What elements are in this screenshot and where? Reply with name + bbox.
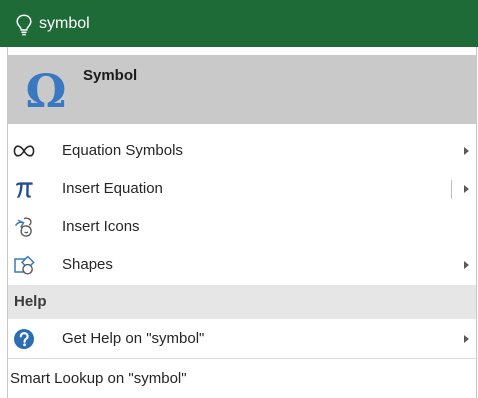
submenu-arrow-icon[interactable]	[464, 185, 469, 193]
menu-item-insert-icons[interactable]: Insert Icons	[8, 208, 476, 246]
menu-item-get-help[interactable]: Get Help on "symbol"	[8, 320, 476, 358]
menu-item-label: Insert Icons	[62, 218, 140, 235]
infinity-icon	[12, 139, 36, 163]
section-header-label: Help	[14, 293, 47, 310]
menu-item-label: Insert Equation	[62, 180, 163, 197]
submenu-arrow-icon[interactable]	[464, 261, 469, 269]
tell-me-search: symbol Ω Symbol Equation Symbols Insert …	[0, 0, 478, 398]
smart-lookup-label: Smart Lookup on "symbol"	[10, 370, 187, 387]
omega-icon: Ω	[25, 64, 67, 118]
top-result-symbol[interactable]: Ω Symbol	[8, 55, 476, 124]
insert-icons-icon	[12, 215, 36, 239]
search-input[interactable]: symbol	[39, 14, 90, 34]
submenu-arrow-icon[interactable]	[464, 335, 469, 343]
menu-item-shapes[interactable]: Shapes	[8, 246, 476, 284]
menu-item-smart-lookup[interactable]: Smart Lookup on "symbol"	[8, 359, 476, 397]
menu-item-label: Shapes	[62, 256, 113, 273]
menu-item-label: Equation Symbols	[62, 142, 183, 159]
section-header-help: Help	[8, 285, 476, 319]
menu-item-equation-symbols[interactable]: Equation Symbols	[8, 132, 476, 170]
submenu-arrow-icon[interactable]	[464, 147, 469, 155]
menu-item-insert-equation[interactable]: Insert Equation	[8, 170, 476, 208]
shapes-icon	[12, 253, 36, 277]
split-button-divider	[451, 180, 452, 199]
lightbulb-icon	[16, 14, 32, 36]
search-results-panel: Ω Symbol Equation Symbols Insert Equatio…	[7, 47, 477, 398]
menu-item-label: Get Help on "symbol"	[62, 330, 205, 347]
pi-icon	[12, 177, 36, 201]
top-result-title: Symbol	[83, 67, 138, 84]
help-circle-icon	[12, 327, 36, 351]
search-bar[interactable]: symbol	[0, 0, 478, 47]
